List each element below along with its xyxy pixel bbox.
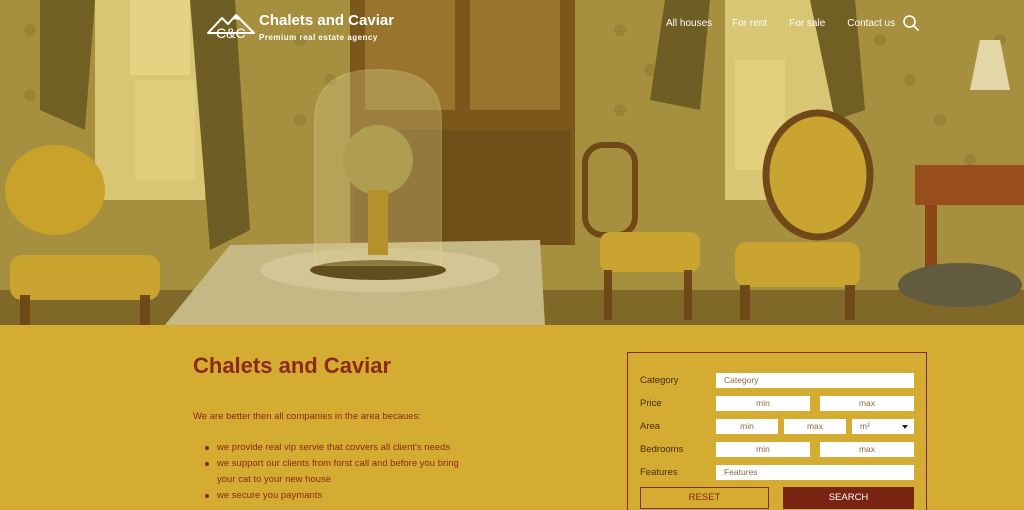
list-item: we secure you paymants (205, 488, 465, 504)
area-label: Area (640, 421, 661, 432)
bedrooms-label: Bedrooms (640, 444, 684, 455)
chevron-down-icon (902, 425, 908, 429)
category-select[interactable]: Category (716, 373, 914, 388)
brand-logo[interactable]: C&C Chalets and Caviar Premium real esta… (206, 4, 396, 44)
area-unit-select[interactable]: m² (852, 419, 914, 434)
price-label: Price (640, 398, 662, 409)
price-min-input[interactable]: min (716, 396, 810, 411)
search-panel: Category Category Price min max Area min… (627, 352, 927, 510)
features-input[interactable]: Features (716, 465, 914, 480)
nav-all-houses[interactable]: All houses (666, 18, 712, 29)
features-label: Features (640, 467, 678, 478)
hero-room-illustration (0, 0, 1024, 325)
page-title: Chalets and Caviar (193, 353, 392, 378)
brand-name: Chalets and Caviar (259, 12, 395, 29)
area-unit-value: m² (860, 421, 870, 431)
reset-button[interactable]: RESET (640, 487, 769, 509)
nav-for-rent[interactable]: For rent (732, 18, 767, 29)
search-icon[interactable] (902, 14, 920, 32)
area-max-input[interactable]: max (784, 419, 846, 434)
main-nav: All houses For rent For sale Contact us (666, 15, 919, 31)
nav-contact-us[interactable]: Contact us (847, 18, 895, 29)
hero-image (0, 0, 1024, 325)
features-list: we provide real vip servie that covvers … (205, 440, 465, 504)
nav-for-sale[interactable]: For sale (789, 18, 825, 29)
bedrooms-min-input[interactable]: min (716, 442, 810, 457)
bedrooms-max-input[interactable]: max (820, 442, 914, 457)
search-button[interactable]: SEARCH (783, 487, 914, 509)
brand-tagline: Premium real estate agency (259, 33, 378, 42)
category-label: Category (640, 375, 679, 386)
intro-text: We are better then all companies in the … (193, 411, 421, 422)
list-item: we support our clients from forst call a… (205, 456, 465, 488)
area-min-input[interactable]: min (716, 419, 778, 434)
list-item: we provide real vip servie that covvers … (205, 440, 465, 456)
logo-mark-text: C&C (216, 25, 246, 41)
price-max-input[interactable]: max (820, 396, 914, 411)
